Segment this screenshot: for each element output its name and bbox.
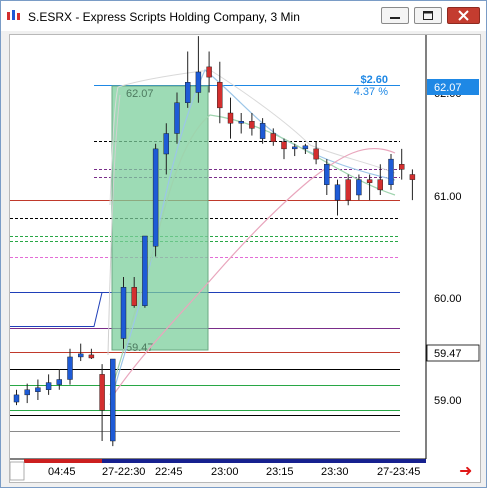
- candle-body[interactable]: [217, 82, 223, 109]
- time-label-2330: 23:30: [321, 466, 349, 478]
- close-icon: [458, 10, 469, 21]
- candle-body[interactable]: [13, 394, 20, 403]
- price-axis-label-61: 61.00: [434, 191, 462, 203]
- candle-body[interactable]: [238, 120, 244, 124]
- candle-body[interactable]: [249, 120, 255, 129]
- session-bar-main: [102, 459, 426, 463]
- candle-body[interactable]: [334, 184, 341, 201]
- candle-body[interactable]: [67, 356, 73, 380]
- candle-body[interactable]: [152, 148, 159, 247]
- time-axis-corner: [9, 461, 25, 481]
- candle-body[interactable]: [99, 374, 105, 411]
- candle-body[interactable]: [35, 387, 41, 393]
- price-axis-label-59: 59.00: [434, 395, 462, 407]
- candle-body[interactable]: [163, 133, 170, 155]
- chart-svg[interactable]: 62.07 59.47 $2.60 4.37 % 62.00 61.00 60.…: [9, 35, 480, 482]
- candle-body[interactable]: [313, 148, 319, 160]
- candle-body[interactable]: [302, 145, 309, 150]
- session-bar-pre: [24, 459, 102, 463]
- candle-body[interactable]: [377, 179, 383, 191]
- candle-body[interactable]: [45, 382, 52, 390]
- time-label-0445: 04:45: [48, 466, 76, 478]
- candle-body[interactable]: [77, 353, 84, 358]
- time-label-2300: 23:00: [211, 466, 239, 478]
- candle-body[interactable]: [292, 146, 298, 150]
- candle-body[interactable]: [356, 179, 362, 196]
- candle-body[interactable]: [259, 123, 266, 139]
- title-bar[interactable]: S.ESRX - Express Scripts Holding Company…: [1, 1, 486, 31]
- minimize-button[interactable]: [381, 7, 409, 24]
- move-amount-label: $2.60: [360, 74, 388, 86]
- candle-body[interactable]: [131, 287, 137, 306]
- candle-body[interactable]: [206, 66, 212, 78]
- candle-body[interactable]: [56, 379, 62, 385]
- candle-body[interactable]: [195, 71, 202, 93]
- candle-body[interactable]: [174, 102, 180, 134]
- candle-body[interactable]: [388, 158, 394, 185]
- maximize-icon: [423, 11, 433, 20]
- chart-app-icon: [7, 10, 20, 20]
- chart-panel[interactable]: 62.07 59.47 $2.60 4.37 % 62.00 61.00 60.…: [9, 34, 481, 483]
- candle-body[interactable]: [142, 235, 148, 306]
- time-label-2230: 27-22:30: [102, 466, 145, 478]
- time-label-2245: 22:45: [155, 466, 183, 478]
- candle-body[interactable]: [24, 389, 30, 396]
- candle-body[interactable]: [281, 141, 287, 150]
- candle-body[interactable]: [184, 82, 191, 103]
- last-price-tag: 62.07: [434, 82, 462, 94]
- time-label-2345: 27-23:45: [377, 466, 420, 478]
- move-percent-label: 4.37 %: [354, 86, 388, 98]
- candle-body[interactable]: [88, 354, 95, 359]
- low-price-tag: 59.47: [434, 348, 462, 360]
- range-box-top-label: 62.07: [126, 88, 154, 100]
- candle-body[interactable]: [366, 179, 373, 183]
- minimize-icon: [390, 17, 400, 19]
- candle-body[interactable]: [110, 358, 116, 442]
- chart-window: S.ESRX - Express Scripts Holding Company…: [0, 0, 487, 488]
- candle-body[interactable]: [399, 164, 405, 170]
- candle-body[interactable]: [324, 164, 330, 185]
- candle-body[interactable]: [409, 174, 416, 180]
- candle-body[interactable]: [120, 287, 127, 339]
- close-button[interactable]: [447, 7, 480, 24]
- window-title: S.ESRX - Express Scripts Holding Company…: [28, 10, 300, 24]
- candle-body[interactable]: [227, 112, 234, 124]
- scroll-right-arrow-icon[interactable]: ➜: [459, 463, 472, 480]
- candle-body[interactable]: [345, 179, 351, 201]
- time-label-2315: 23:15: [266, 466, 294, 478]
- maximize-button[interactable]: [414, 7, 442, 24]
- candle-body[interactable]: [270, 133, 276, 142]
- price-axis-label-60: 60.00: [434, 293, 462, 305]
